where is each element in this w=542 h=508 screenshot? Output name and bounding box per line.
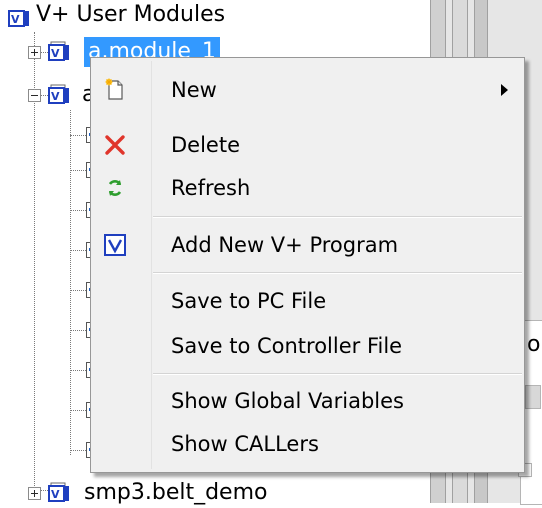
menu-separator xyxy=(153,272,522,274)
menu-item-label: Show Global Variables xyxy=(171,389,404,413)
menu-item-show-global-variables[interactable]: Show Global Variables xyxy=(93,381,522,421)
svg-text:V: V xyxy=(51,488,60,501)
menu-item-delete[interactable]: Delete xyxy=(93,125,522,165)
tree-item-belt-demo[interactable]: V smp3.belt_demo xyxy=(0,478,300,508)
refresh-arrows-icon xyxy=(108,180,122,196)
partial-text: o xyxy=(527,332,541,357)
menu-item-label: Save to PC File xyxy=(171,289,327,313)
module-icon: V xyxy=(48,482,69,502)
menu-item-add-new-vplus-program[interactable]: Add New V+ Program xyxy=(93,225,522,265)
context-menu: New Delete Refresh Add New V+ Program Sa… xyxy=(90,57,525,473)
tree-root-row[interactable]: V V+ User Modules xyxy=(0,2,420,32)
menu-item-label: Delete xyxy=(171,133,240,157)
svg-text:V: V xyxy=(51,47,60,60)
menu-item-show-callers[interactable]: Show CALLers xyxy=(93,424,522,464)
menu-item-refresh[interactable]: Refresh xyxy=(93,168,522,208)
tree-line xyxy=(70,110,71,455)
menu-item-label: Add New V+ Program xyxy=(171,233,399,257)
module-icon: V xyxy=(48,41,69,61)
menu-item-save-to-controller-file[interactable]: Save to Controller File xyxy=(93,326,522,366)
menu-item-save-to-pc-file[interactable]: Save to PC File xyxy=(93,281,522,321)
svg-text:V: V xyxy=(51,90,60,103)
vplus-program-icon xyxy=(104,234,126,256)
expand-toggle-icon[interactable] xyxy=(28,46,41,59)
delete-x-icon xyxy=(105,135,125,155)
menu-item-label: Refresh xyxy=(171,176,251,200)
menu-separator xyxy=(153,216,522,218)
tree-root-label[interactable]: V+ User Modules xyxy=(32,0,229,30)
menu-item-label: Save to Controller File xyxy=(171,334,403,358)
menu-separator xyxy=(153,373,522,375)
menu-item-new[interactable]: New xyxy=(93,70,522,110)
menu-item-label: New xyxy=(171,78,217,102)
scroll-thumb[interactable] xyxy=(525,385,541,409)
svg-text:V: V xyxy=(11,13,20,26)
expand-toggle-icon[interactable] xyxy=(28,487,41,500)
vplus-modules-icon: V xyxy=(8,10,29,27)
tree-item-label[interactable]: smp3.belt_demo xyxy=(80,478,271,508)
module-icon: V xyxy=(48,84,69,104)
new-document-icon xyxy=(105,78,123,100)
collapse-toggle-icon[interactable] xyxy=(28,89,41,102)
submenu-arrow-icon xyxy=(501,84,508,96)
menu-item-label: Show CALLers xyxy=(171,432,319,456)
